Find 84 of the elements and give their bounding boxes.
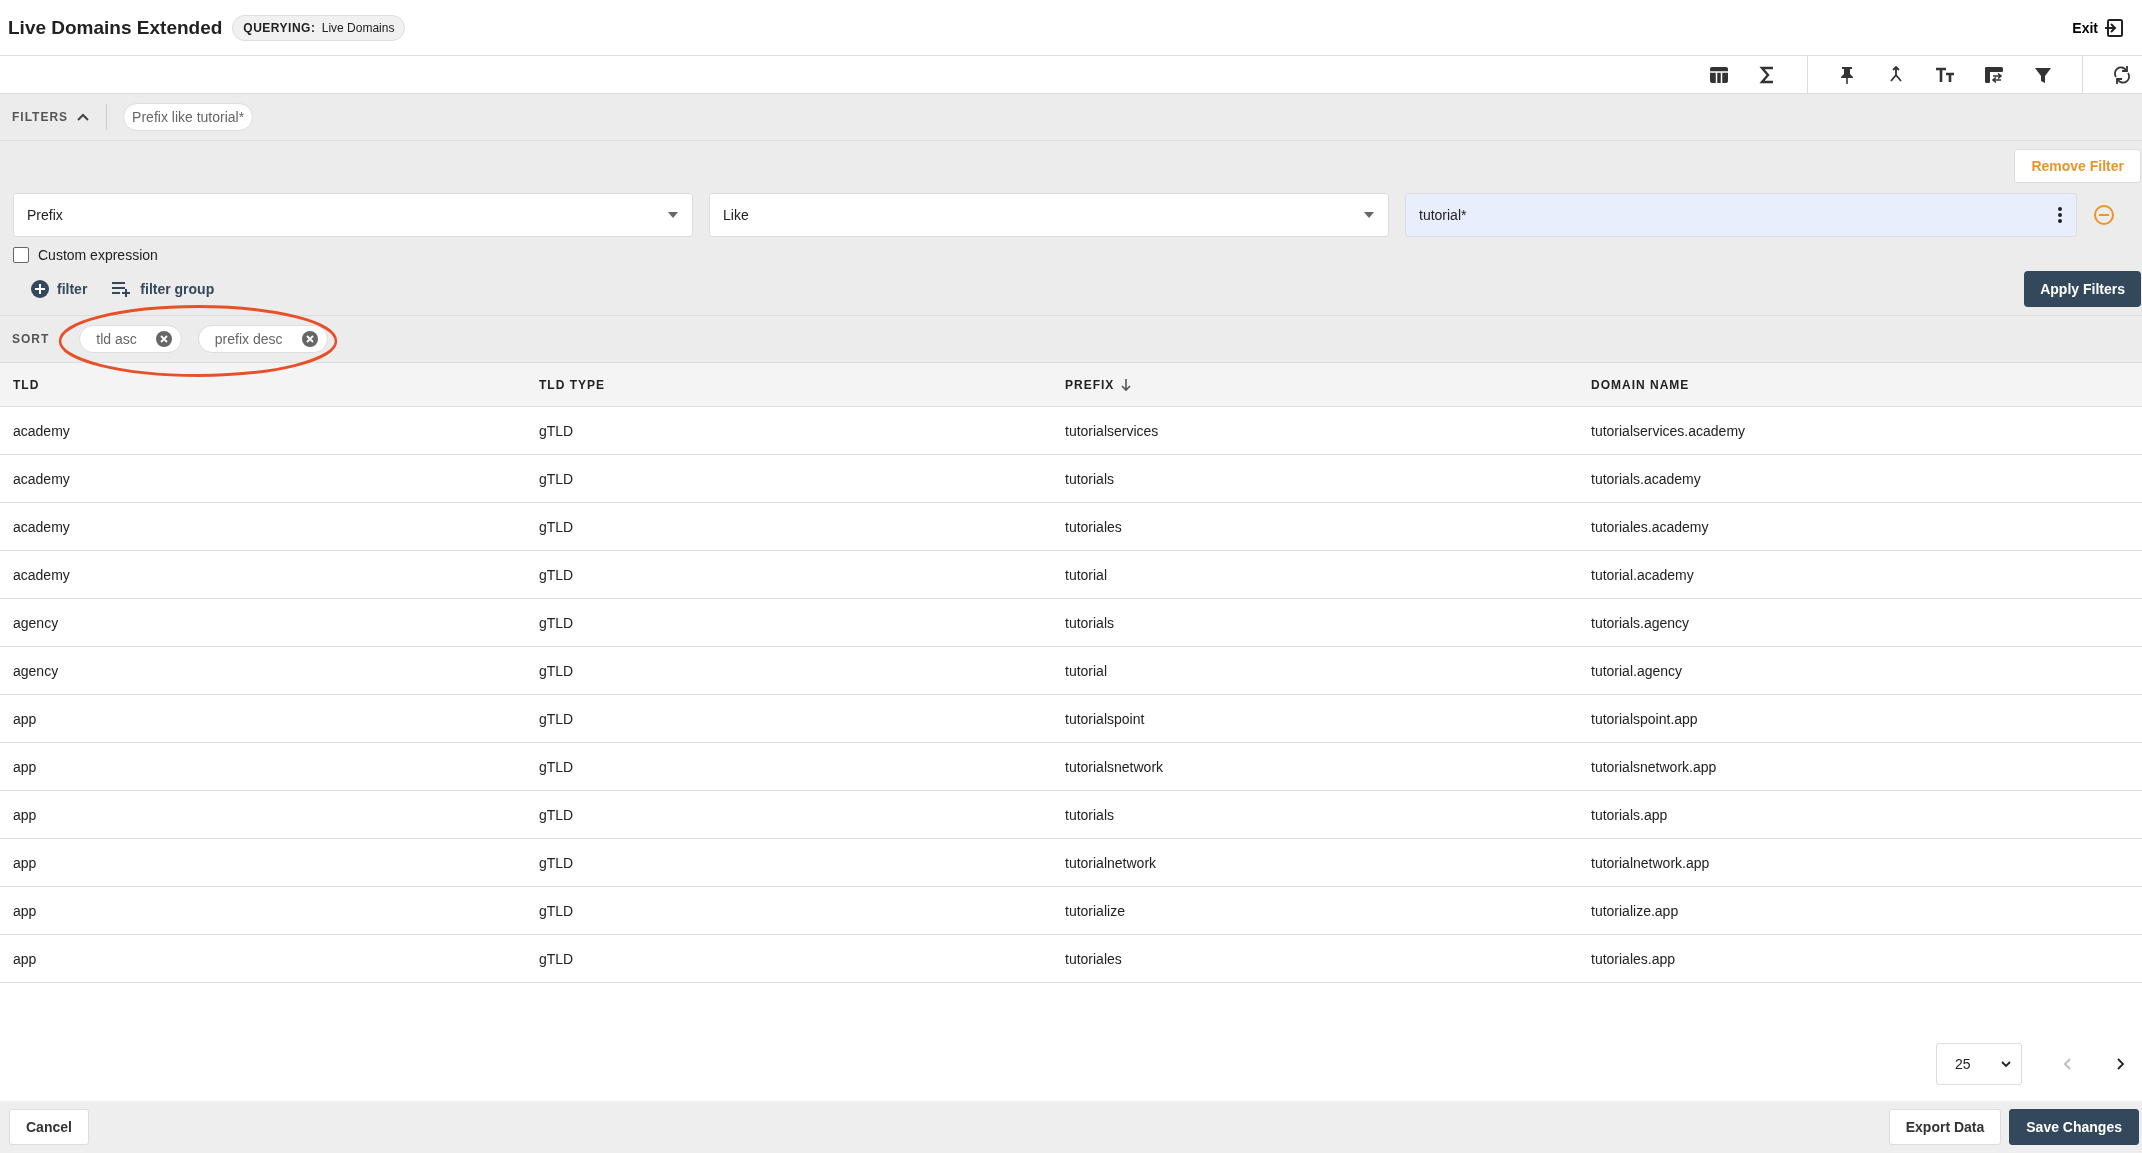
table-cell-text: tutoriales.app (1591, 950, 1677, 967)
table-cell-text: academy (13, 566, 71, 583)
table-cell-text: tutorials.academy (1591, 470, 1702, 487)
operator-dropdown[interactable]: Like (709, 193, 1389, 237)
table-cell-text: app (13, 758, 38, 775)
exit-icon (2104, 17, 2124, 38)
table-cell-text: academy (13, 422, 71, 439)
table-cell-text: gTLD (539, 902, 575, 919)
table-cell-text: app (13, 854, 38, 871)
filters-toggle[interactable]: FILTERS (12, 110, 91, 124)
export-data-button[interactable]: Export Data (1888, 1109, 2002, 1145)
cancel-button[interactable]: Cancel (9, 1109, 89, 1145)
table-cell-text: tutoriales (1065, 518, 1123, 535)
filter-chip[interactable]: Prefix like tutorial* (123, 103, 254, 131)
checkbox-label: Custom expression (38, 247, 158, 263)
refresh-icon[interactable] (2112, 64, 2132, 85)
dropdown-icon (667, 211, 679, 219)
table-cell-text: tutorialservices (1065, 422, 1160, 439)
table-cell-text: gTLD (539, 614, 575, 631)
sort-chip[interactable]: prefix desc (197, 325, 328, 353)
table-cell-text: app (13, 902, 38, 919)
checkbox[interactable] (13, 247, 29, 263)
field-dropdown[interactable]: Prefix (13, 193, 693, 237)
table-cell-text: agency (13, 662, 60, 679)
table-cell-text: academy (13, 470, 71, 487)
next-page-icon[interactable] (2114, 1057, 2126, 1071)
table-cell-text: tutorialize.app (1591, 902, 1680, 919)
table-cell-text: gTLD (539, 758, 575, 775)
table-cell-text: tutorials (1065, 470, 1116, 487)
table-cell-text: gTLD (539, 950, 575, 967)
remove-icon[interactable] (154, 330, 173, 348)
value-input-field[interactable]: tutorial* (1405, 193, 2077, 237)
table-cell-text: tutorialspoint (1065, 710, 1146, 727)
table-cell-text: gTLD (539, 662, 575, 679)
table-cell-text: gTLD (539, 422, 575, 439)
table-cell-text: tutorialize (1065, 902, 1126, 919)
table-cell-text: app (13, 950, 38, 967)
table-cell-text: tutorialnetwork (1065, 854, 1158, 871)
chevron-down-icon (2001, 1060, 2011, 1068)
table-cell-text: app (13, 710, 38, 727)
table-cell-text: gTLD (539, 854, 575, 871)
table-cell-text: tutorial (1065, 566, 1109, 583)
page-title: Live Domains Extended (8, 16, 223, 39)
column-header[interactable]: DOMAIN NAME (1591, 377, 2142, 392)
save-changes-button[interactable]: Save Changes (2009, 1109, 2139, 1145)
apply-filters-button[interactable]: Apply Filters (2024, 271, 2141, 307)
table-cell-text: gTLD (539, 710, 575, 727)
table-cell-text: tutorials.app (1591, 806, 1669, 823)
add-filter-button[interactable]: filter (30, 279, 88, 299)
table-cell-text: gTLD (539, 806, 575, 823)
table-cell-text: gTLD (539, 470, 575, 487)
table-cell-text: tutorialnetwork.app (1591, 854, 1711, 871)
swap-columns-icon[interactable] (1984, 64, 2004, 85)
column-header[interactable]: TLD (13, 377, 539, 392)
add-filter-group-button[interactable]: filter group (111, 280, 215, 298)
table-cell-text: tutorials (1065, 806, 1116, 823)
table-cell-text: tutorial.agency (1591, 662, 1684, 679)
exit-button[interactable]: Exit (2066, 16, 2130, 39)
page-size-dropdown[interactable]: 25 (1936, 1043, 2022, 1085)
table-cell-text: tutoriales.academy (1591, 518, 1710, 535)
table-cell-text: gTLD (539, 566, 575, 583)
table-cell-text: tutorialspoint.app (1591, 710, 1699, 727)
table-cell-text: tutorialsnetwork.app (1591, 758, 1718, 775)
sort-chip[interactable]: tld asc (79, 325, 182, 353)
column-header[interactable]: PREFIX (1065, 377, 1591, 392)
table-cell-text: tutorials (1065, 614, 1116, 631)
table-cell-text: tutorialservices.academy (1591, 422, 1747, 439)
table-cell-text: tutorialsnetwork (1065, 758, 1165, 775)
table-icon[interactable] (1709, 64, 1729, 85)
table-cell-text: agency (13, 614, 60, 631)
table-cell-text: tutoriales (1065, 950, 1123, 967)
sort-label: SORT (12, 332, 50, 346)
querying-badge: QUERYING: Live Domains (232, 14, 406, 41)
plus-circle-icon (30, 279, 50, 299)
table-cell-text: app (13, 806, 38, 823)
column-header[interactable]: TLD TYPE (539, 377, 1065, 392)
table-cell-text: tutorials.agency (1591, 614, 1691, 631)
table-cell-text: tutorial.academy (1591, 566, 1695, 583)
table-cell-text: tutorial (1065, 662, 1109, 679)
more-icon (2057, 206, 2063, 224)
remove-icon[interactable] (300, 330, 319, 348)
table-cell-text: gTLD (539, 518, 575, 535)
dropdown-icon (1363, 211, 1375, 219)
table-cell-text: academy (13, 518, 71, 535)
